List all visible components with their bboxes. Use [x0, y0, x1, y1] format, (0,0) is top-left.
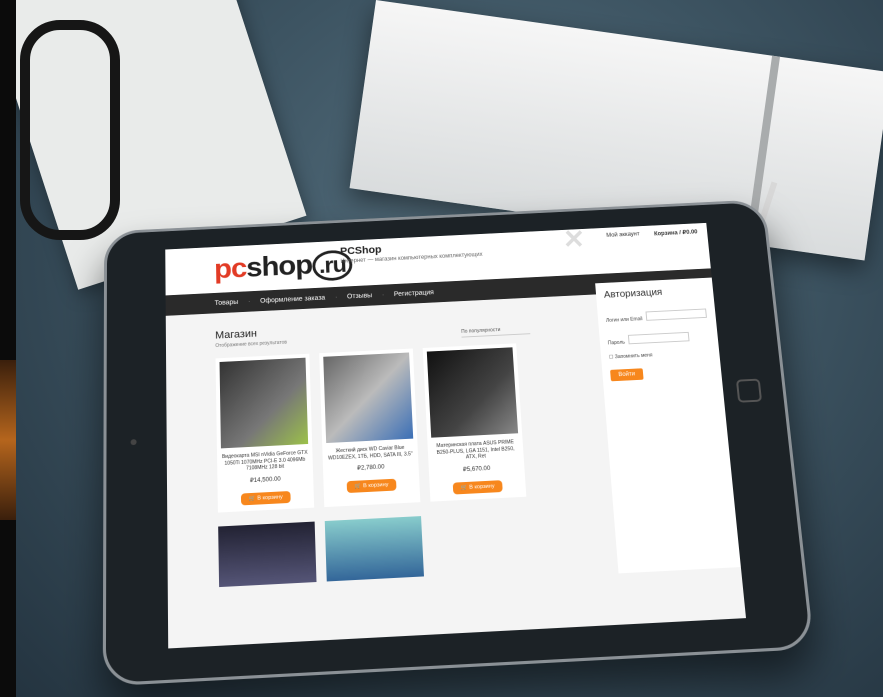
nav-item-register[interactable]: Регистрация — [394, 289, 434, 297]
product-image[interactable] — [427, 347, 518, 437]
product-title[interactable]: Видеокарта MSI nVidia GeForce GTX 1050Ti… — [217, 448, 313, 476]
login-sidebar: Авторизация Логин или Email Пароль ☐ Зап… — [595, 278, 741, 574]
login-button[interactable]: Войти — [610, 368, 643, 381]
tablet-screen: pcshop .ru PCShop Интернет — магазин комп… — [165, 223, 746, 649]
tablet-device: pcshop .ru PCShop Интернет — магазин комп… — [103, 199, 815, 686]
product-image[interactable] — [218, 521, 316, 587]
nav-separator: · — [335, 294, 338, 301]
product-price: ₽14,500.00 — [217, 474, 313, 486]
add-to-cart-button[interactable]: 🛒 В корзину — [452, 480, 503, 494]
nav-separator: · — [248, 298, 250, 305]
login-label: Логин или Email — [606, 316, 643, 323]
nav-item-reviews[interactable]: Отзывы — [347, 292, 372, 300]
login-title: Авторизация — [604, 285, 706, 300]
site-logo[interactable]: pcshop .ru — [214, 248, 353, 286]
desk-photo: pcshop .ru PCShop Интернет — магазин комп… — [16, 0, 883, 697]
remember-checkbox[interactable]: ☐ Запомнить меня — [609, 350, 712, 361]
product-card[interactable]: Жесткий диск WD Caviar Blue WD10EZEX, 1Т… — [319, 349, 420, 507]
login-input[interactable] — [646, 308, 707, 320]
camera-icon — [131, 439, 137, 445]
cart-icon: 🛒 — [249, 495, 258, 501]
product-price: ₽2,780.00 — [323, 462, 419, 474]
product-card[interactable]: Материнская плата ASUS PRIME B250-PLUS, … — [423, 343, 527, 501]
cart-link[interactable]: Корзина / ₽0.00 — [654, 229, 698, 237]
product-image[interactable] — [220, 358, 309, 449]
nav-separator: · — [382, 292, 385, 299]
site-name: PCShop — [340, 244, 382, 257]
product-image[interactable] — [323, 352, 413, 443]
close-icon[interactable]: ✕ — [563, 224, 585, 255]
warm-light — [0, 360, 16, 520]
product-title[interactable]: Материнская плата ASUS PRIME B250-PLUS, … — [427, 437, 523, 465]
home-button-icon — [736, 379, 762, 403]
product-image[interactable] — [325, 516, 424, 581]
add-to-cart-button[interactable]: 🛒 В корзину — [346, 479, 396, 493]
password-input[interactable] — [628, 332, 690, 344]
left-edge-strip — [0, 0, 16, 697]
nav-item-checkout[interactable]: Оформление заказа — [260, 294, 325, 304]
add-to-cart-button[interactable]: 🛒 В корзину — [241, 490, 291, 504]
product-card[interactable]: Видеокарта MSI nVidia GeForce GTX 1050Ti… — [216, 354, 315, 512]
glasses — [20, 20, 120, 240]
nav-item-products[interactable]: Товары — [215, 299, 239, 307]
password-label: Пароль — [608, 340, 626, 346]
product-price: ₽5,670.00 — [429, 463, 525, 475]
account-link[interactable]: Мой аккаунт — [606, 232, 640, 239]
product-title[interactable]: Жесткий диск WD Caviar Blue WD10EZEX, 1Т… — [322, 442, 418, 463]
